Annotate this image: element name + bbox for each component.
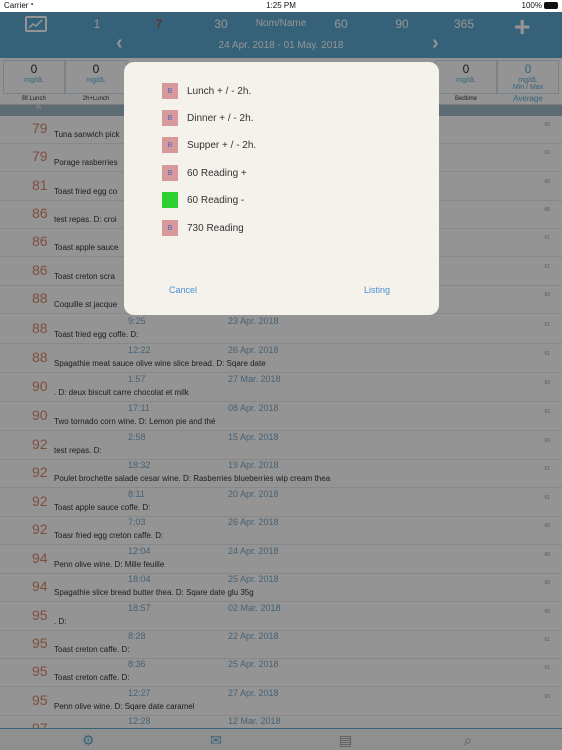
- option-badge: B: [162, 83, 178, 99]
- status-bar: Carrier ◔ 1:25 PM 100%: [0, 0, 562, 12]
- clock-label: 1:25 PM: [266, 1, 296, 10]
- battery-label: 100%: [521, 1, 542, 10]
- battery-icon: [544, 2, 558, 9]
- option-60-reading-plus[interactable]: B 60 Reading +: [162, 165, 247, 181]
- option-badge: B: [162, 220, 178, 236]
- battery-indicator: 100%: [522, 1, 558, 10]
- option-supper[interactable]: B Supper + / - 2h.: [162, 137, 256, 153]
- option-label: Dinner + / - 2h.: [187, 112, 254, 124]
- option-dinner[interactable]: B Dinner + / - 2h.: [162, 110, 253, 126]
- option-730-reading[interactable]: B 730 Reading: [162, 220, 244, 236]
- option-label: 60 Reading +: [187, 167, 247, 179]
- option-badge: B: [162, 110, 178, 126]
- option-label: Supper + / - 2h.: [187, 139, 257, 151]
- option-label: Lunch + / - 2h.: [187, 85, 252, 97]
- cancel-button[interactable]: Cancel: [169, 285, 197, 295]
- option-lunch[interactable]: B Lunch + / - 2h.: [162, 83, 251, 99]
- option-badge: B: [162, 137, 178, 153]
- option-60-reading-minus[interactable]: B 60 Reading -: [162, 192, 244, 208]
- listing-button[interactable]: Listing: [364, 285, 390, 295]
- option-badge-selected: B: [162, 192, 178, 208]
- option-badge: B: [162, 165, 178, 181]
- option-label: 730 Reading: [187, 222, 244, 234]
- option-label: 60 Reading -: [187, 194, 245, 206]
- filter-dialog: B Lunch + / - 2h. B Dinner + / - 2h. B S…: [124, 62, 439, 315]
